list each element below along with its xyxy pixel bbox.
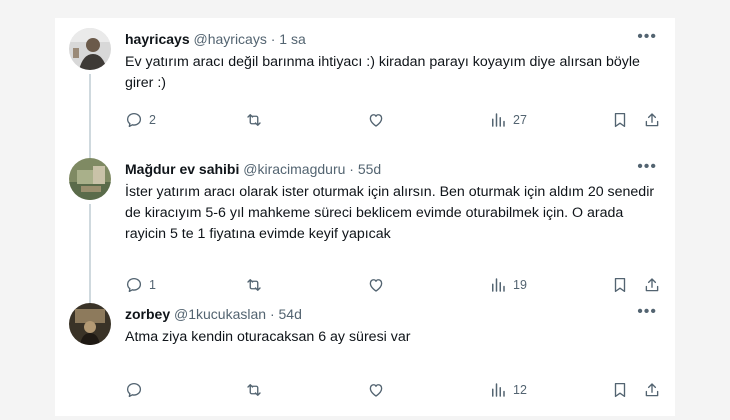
reply-count: 1 — [149, 278, 156, 292]
like-button[interactable] — [367, 380, 385, 400]
share-icon — [645, 383, 659, 397]
action-bar: 12 — [125, 380, 670, 400]
bookmark-icon — [614, 112, 626, 128]
display-name[interactable]: hayricays — [125, 31, 190, 47]
reply-button[interactable] — [125, 380, 149, 400]
share-icon — [645, 113, 659, 127]
tweet-2[interactable]: Mağdur ev sahibi @kiracimagduru · 55d ••… — [55, 138, 675, 304]
timestamp[interactable]: 55d — [358, 161, 381, 177]
views-icon — [492, 113, 505, 127]
reply-thread: hayricays @hayricays · 1 sa ••• Ev yatır… — [55, 18, 675, 416]
thread-connector — [89, 204, 91, 304]
view-count: 27 — [513, 113, 527, 127]
like-button[interactable] — [367, 275, 385, 295]
views-button[interactable]: 19 — [489, 275, 527, 295]
tweet-header: zorbey @1kucukaslan · 54d — [125, 305, 302, 323]
bookmark-icon — [614, 277, 626, 293]
reply-count: 2 — [149, 113, 156, 127]
share-icon — [645, 278, 659, 292]
timestamp[interactable]: 54d — [279, 306, 302, 322]
views-button[interactable]: 12 — [489, 380, 527, 400]
separator: · — [270, 31, 276, 47]
tweet-text: İster yatırım aracı olarak ister oturmak… — [125, 184, 655, 242]
avatar[interactable] — [69, 158, 111, 200]
view-count: 12 — [513, 383, 527, 397]
bookmark-button[interactable] — [611, 275, 629, 295]
user-handle[interactable]: @hayricays — [194, 31, 267, 47]
action-bar: 2 27 — [125, 110, 670, 130]
tweet-header: Mağdur ev sahibi @kiracimagduru · 55d — [125, 160, 381, 178]
heart-icon — [369, 384, 383, 397]
heart-icon — [369, 114, 383, 127]
thread-connector — [89, 138, 91, 150]
share-button[interactable] — [643, 275, 661, 295]
view-count: 19 — [513, 278, 527, 292]
separator: · — [349, 161, 354, 177]
avatar[interactable] — [69, 303, 111, 345]
reply-button[interactable]: 2 — [125, 110, 156, 130]
tweet-text: Ev yatırım aracı değil barınma ihtiyacı … — [125, 54, 640, 91]
user-handle[interactable]: @1kucukaslan — [174, 306, 266, 322]
action-bar: 1 19 — [125, 275, 670, 295]
share-button[interactable] — [643, 110, 661, 130]
bookmark-button[interactable] — [611, 110, 629, 130]
views-icon — [492, 278, 505, 292]
retweet-icon — [247, 384, 261, 396]
timestamp[interactable]: 1 sa — [279, 31, 305, 47]
bookmark-button[interactable] — [611, 380, 629, 400]
display-name[interactable]: zorbey — [125, 306, 170, 322]
retweet-icon — [247, 279, 261, 291]
retweet-icon — [247, 114, 261, 126]
heart-icon — [369, 279, 383, 292]
reply-icon — [126, 382, 142, 398]
user-handle[interactable]: @kiracimagduru — [243, 161, 345, 177]
retweet-button[interactable] — [245, 380, 263, 400]
bookmark-icon — [614, 382, 626, 398]
more-icon[interactable]: ••• — [637, 158, 657, 176]
tweet-header: hayricays @hayricays · 1 sa — [125, 30, 306, 48]
retweet-button[interactable] — [245, 275, 263, 295]
reply-button[interactable]: 1 — [125, 275, 156, 295]
reply-icon — [126, 112, 142, 128]
views-icon — [492, 383, 505, 397]
more-icon[interactable]: ••• — [637, 303, 657, 321]
share-button[interactable] — [643, 380, 661, 400]
tweet-text: Atma ziya kendin oturacaksan 6 ay süresi… — [125, 329, 411, 345]
views-button[interactable]: 27 — [489, 110, 527, 130]
avatar[interactable] — [69, 28, 111, 70]
reply-icon — [126, 277, 142, 293]
retweet-button[interactable] — [245, 110, 263, 130]
more-icon[interactable]: ••• — [637, 28, 657, 46]
tweet-1[interactable]: hayricays @hayricays · 1 sa ••• Ev yatır… — [55, 18, 675, 194]
display-name[interactable]: Mağdur ev sahibi — [125, 161, 239, 177]
separator: · — [269, 306, 275, 322]
tweet-3[interactable]: zorbey @1kucukaslan · 54d ••• Atma ziya … — [55, 293, 675, 413]
like-button[interactable] — [367, 110, 385, 130]
